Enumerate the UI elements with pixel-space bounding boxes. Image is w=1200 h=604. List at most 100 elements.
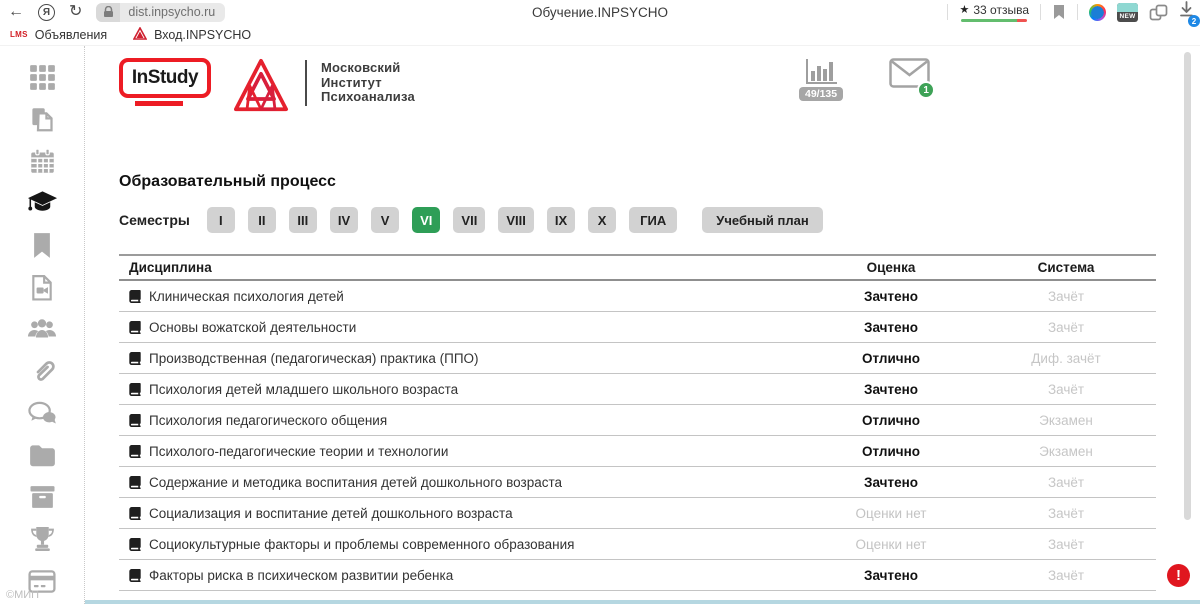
book-icon bbox=[129, 414, 141, 427]
extension-circle-icon[interactable] bbox=[1089, 4, 1106, 21]
bookmark-announcements[interactable]: LMS Объявления bbox=[10, 28, 107, 42]
grade-cell: Зачтено bbox=[806, 568, 976, 583]
bookmark-login[interactable]: Вход.INPSYCHO bbox=[133, 27, 251, 43]
lms-favicon: LMS bbox=[10, 30, 28, 39]
book-icon bbox=[129, 569, 141, 582]
divider bbox=[1040, 4, 1041, 20]
system-cell: Экзамен bbox=[976, 444, 1156, 459]
table-row: Содержание и методика воспитания детей д… bbox=[119, 467, 1156, 498]
book-icon bbox=[129, 445, 141, 458]
sidebar-item-attachments[interactable] bbox=[26, 356, 58, 386]
sidebar-item-calendar[interactable] bbox=[26, 146, 58, 176]
bookmark-icon bbox=[31, 232, 53, 259]
semester-button-5[interactable]: V bbox=[371, 207, 399, 233]
semester-button-1[interactable]: I bbox=[207, 207, 235, 233]
table-row: Социализация и воспитание детей дошкольн… bbox=[119, 498, 1156, 529]
documents-icon bbox=[29, 106, 56, 133]
book-icon bbox=[129, 476, 141, 489]
system-cell: Зачёт bbox=[976, 568, 1156, 583]
semester-button-9[interactable]: IX bbox=[547, 207, 575, 233]
address-bar[interactable]: dist.inpsycho.ru bbox=[96, 3, 225, 22]
sidebar-item-archive[interactable] bbox=[26, 482, 58, 512]
semester-button-10[interactable]: X bbox=[588, 207, 616, 233]
table-row: Психология педагогического общения Отлич… bbox=[119, 405, 1156, 436]
mail-button[interactable]: 1 bbox=[889, 58, 930, 93]
bar-chart-icon bbox=[803, 58, 839, 86]
book-icon bbox=[129, 538, 141, 551]
sidebar-item-files[interactable] bbox=[26, 440, 58, 470]
semester-button-4[interactable]: IV bbox=[330, 207, 358, 233]
semester-button-6-active[interactable]: VI bbox=[412, 207, 440, 233]
alert-icon[interactable]: ! bbox=[1167, 564, 1190, 587]
copyright: ©МИП bbox=[6, 589, 39, 601]
discipline-link[interactable]: Основы вожатской деятельности bbox=[119, 320, 806, 335]
star-icon: ★ bbox=[959, 3, 969, 16]
grade-cell: Отлично bbox=[806, 444, 976, 459]
browser-chrome: ← Я ↻ dist.inpsycho.ru Обучение.INPSYCHO… bbox=[0, 0, 1200, 24]
book-icon bbox=[129, 321, 141, 334]
back-icon[interactable]: ← bbox=[8, 4, 24, 20]
table-row: Факторы риска в психическом развитии реб… bbox=[119, 560, 1156, 591]
graduation-cap-icon bbox=[27, 190, 58, 216]
discipline-link[interactable]: Психолого-педагогические теории и технол… bbox=[119, 444, 806, 459]
system-cell: Зачёт bbox=[976, 382, 1156, 397]
sidebar-item-dashboard[interactable] bbox=[26, 62, 58, 92]
downloads-badge: 2 bbox=[1188, 15, 1200, 27]
sidebar-item-messages[interactable] bbox=[26, 398, 58, 428]
table-row: Социокультурные факторы и проблемы совре… bbox=[119, 529, 1156, 560]
page-title: Образовательный процесс bbox=[119, 173, 1200, 191]
system-cell: Зачёт bbox=[976, 506, 1156, 521]
sidebar-item-media[interactable] bbox=[26, 272, 58, 302]
system-cell: Зачёт bbox=[976, 537, 1156, 552]
sidebar-item-bookmarks[interactable] bbox=[26, 230, 58, 260]
semester-button-7[interactable]: VII bbox=[453, 207, 485, 233]
mail-badge: 1 bbox=[917, 81, 935, 99]
sidebar-item-education[interactable] bbox=[26, 188, 58, 218]
discipline-link[interactable]: Социализация и воспитание детей дошкольн… bbox=[119, 506, 806, 521]
divider bbox=[305, 60, 307, 106]
chat-icon bbox=[28, 401, 57, 425]
users-icon bbox=[27, 317, 57, 341]
video-file-icon bbox=[29, 274, 55, 301]
paperclip-icon bbox=[29, 358, 56, 385]
instudy-logo[interactable]: InStudy bbox=[119, 58, 211, 106]
bookmark-flag-icon[interactable] bbox=[1052, 4, 1066, 20]
semester-button-3[interactable]: III bbox=[289, 207, 317, 233]
discipline-link[interactable]: Клиническая психология детей bbox=[119, 289, 806, 304]
semester-button-2[interactable]: II bbox=[248, 207, 276, 233]
discipline-link[interactable]: Психология педагогического общения bbox=[119, 413, 806, 428]
semester-button-8[interactable]: VIII bbox=[498, 207, 534, 233]
curriculum-plan-button[interactable]: Учебный план bbox=[702, 207, 822, 233]
discipline-link[interactable]: Производственная (педагогическая) практи… bbox=[119, 351, 806, 366]
table-row: Производственная (педагогическая) практи… bbox=[119, 343, 1156, 374]
divider bbox=[947, 4, 948, 20]
new-extension-icon[interactable]: NEW bbox=[1117, 3, 1138, 22]
institute-name: Московский Институт Психоанализа bbox=[321, 58, 415, 105]
site-reviews[interactable]: ★ 33 отзыва bbox=[959, 3, 1029, 22]
discipline-link[interactable]: Социокультурные факторы и проблемы совре… bbox=[119, 537, 806, 552]
disciplines-table: Дисциплина Оценка Система Клиническая пс… bbox=[119, 254, 1156, 591]
table-row: Психолого-педагогические теории и технол… bbox=[119, 436, 1156, 467]
mip-triangle-logo[interactable] bbox=[233, 58, 289, 117]
collections-icon[interactable] bbox=[1149, 4, 1168, 21]
discipline-link[interactable]: Факторы риска в психическом развитии реб… bbox=[119, 568, 806, 583]
folder-icon bbox=[29, 444, 56, 467]
book-icon bbox=[129, 507, 141, 520]
sidebar-item-community[interactable] bbox=[26, 314, 58, 344]
sidebar-item-documents[interactable] bbox=[26, 104, 58, 134]
discipline-link[interactable]: Психология детей младшего школьного возр… bbox=[119, 382, 806, 397]
discipline-link[interactable]: Содержание и методика воспитания детей д… bbox=[119, 475, 806, 490]
archive-icon bbox=[29, 485, 56, 509]
lock-icon[interactable] bbox=[96, 3, 120, 22]
yandex-browser-icon[interactable]: Я bbox=[38, 4, 55, 21]
semester-button-gia[interactable]: ГИА bbox=[629, 207, 677, 233]
book-icon bbox=[129, 290, 141, 303]
system-cell: Зачёт bbox=[976, 475, 1156, 490]
refresh-icon[interactable]: ↻ bbox=[69, 4, 82, 20]
downloads-icon[interactable]: 2 bbox=[1179, 1, 1194, 23]
table-row: Основы вожатской деятельности Зачтено За… bbox=[119, 312, 1156, 343]
progress-chart-button[interactable]: 49/135 bbox=[799, 58, 843, 101]
grade-cell: Оценки нет bbox=[806, 537, 976, 552]
scrollbar-thumb[interactable] bbox=[1184, 52, 1191, 520]
sidebar-item-achievements[interactable] bbox=[26, 524, 58, 554]
